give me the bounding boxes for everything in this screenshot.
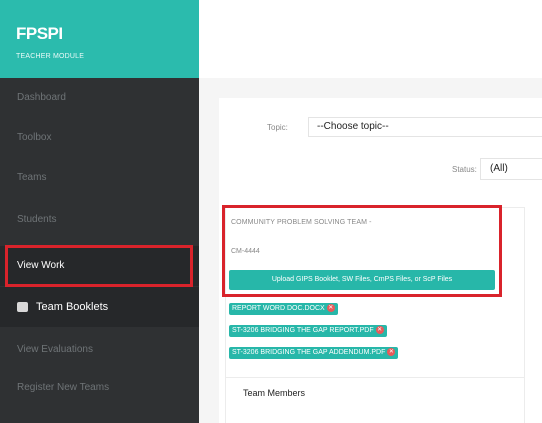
- sidebar-item-label: Team Booklets: [36, 301, 109, 313]
- remove-file-icon[interactable]: ✕: [326, 304, 335, 313]
- booklet-icon: [17, 302, 28, 312]
- topic-select[interactable]: --Choose topic--: [308, 117, 542, 137]
- sidebar-item-view-evaluations[interactable]: View Evaluations: [0, 330, 199, 370]
- brand-header: FPSPI TEACHER MODULE: [0, 0, 199, 78]
- team-members-heading: Team Members: [243, 388, 306, 398]
- file-chip[interactable]: ST-3206 BRIDGING THE GAP ADDENDUM.PDF ✕: [229, 347, 399, 359]
- highlight-box-team-card: [222, 205, 502, 297]
- sidebar-item-register-new-teams[interactable]: Register New Teams: [0, 368, 199, 408]
- file-chip[interactable]: REPORT WORD DOC.DOCX ✕: [229, 303, 338, 315]
- highlight-box-view-work: [5, 245, 193, 287]
- file-chip[interactable]: ST-3206 BRIDGING THE GAP REPORT.PDF ✕: [229, 325, 387, 337]
- sidebar-item-dashboard[interactable]: Dashboard: [0, 78, 199, 118]
- file-name[interactable]: REPORT WORD DOC.DOCX: [232, 305, 325, 312]
- brand-subtitle: TEACHER MODULE: [16, 53, 85, 60]
- remove-file-icon[interactable]: ✕: [387, 348, 396, 357]
- sidebar-item-toolbox[interactable]: Toolbox: [0, 118, 199, 158]
- status-label: Status:: [452, 165, 477, 174]
- remove-file-icon[interactable]: ✕: [375, 326, 384, 335]
- sidebar-item-teams[interactable]: Teams: [0, 158, 199, 198]
- file-name[interactable]: ST-3206 BRIDGING THE GAP ADDENDUM.PDF: [232, 349, 385, 356]
- sidebar-item-students[interactable]: Students: [0, 200, 199, 240]
- divider: [226, 377, 524, 378]
- brand-title: FPSPI: [16, 24, 63, 43]
- topic-label: Topic:: [267, 123, 288, 132]
- sidebar-item-team-booklets[interactable]: Team Booklets: [0, 287, 199, 327]
- status-select[interactable]: (All): [480, 158, 542, 180]
- file-name[interactable]: ST-3206 BRIDGING THE GAP REPORT.PDF: [232, 327, 374, 334]
- top-bar: [199, 0, 542, 78]
- sidebar: FPSPI TEACHER MODULE Dashboard Toolbox T…: [0, 0, 199, 423]
